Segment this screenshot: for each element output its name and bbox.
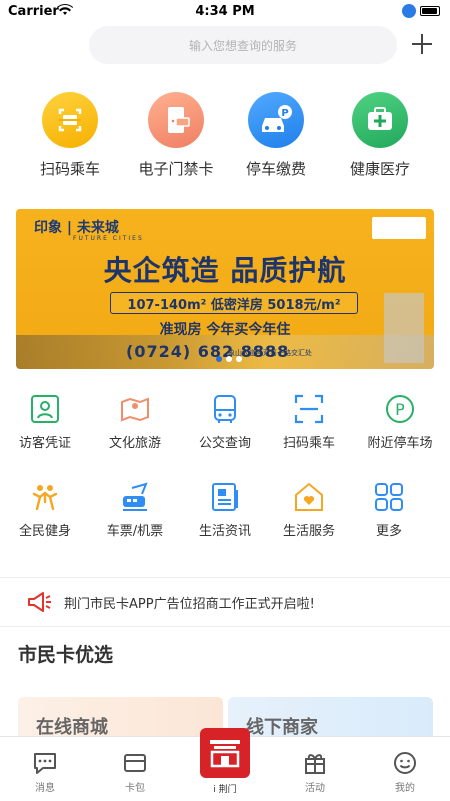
news-icon bbox=[212, 483, 238, 511]
grid-item-label: 生活服务 bbox=[282, 524, 335, 539]
grid-item-visitor[interactable]: 访客凭证 bbox=[0, 392, 90, 451]
service-label: 健康医疗 bbox=[349, 160, 410, 178]
grid-item-news[interactable]: 生活资讯 bbox=[180, 480, 270, 539]
grid-item-label: 访客凭证 bbox=[18, 436, 71, 451]
promo-banner[interactable]: 印象 | 未来城 FUTURE CITIES 央企筑造 品质护航 107-140… bbox=[16, 209, 434, 369]
developer-logo bbox=[372, 217, 426, 239]
grid-item-tickets[interactable]: 车票/机票 bbox=[90, 480, 180, 539]
svg-text:P: P bbox=[395, 400, 405, 419]
service-health[interactable]: 健康医疗 bbox=[330, 92, 430, 179]
pagination-dot[interactable] bbox=[236, 356, 242, 362]
scan-frame-icon bbox=[294, 394, 324, 424]
home-heart-icon bbox=[295, 482, 323, 511]
tab-jingmen-home[interactable] bbox=[200, 728, 250, 778]
gift-icon bbox=[305, 754, 325, 774]
wallet-icon bbox=[124, 754, 146, 772]
tab-activities[interactable]: 活动 bbox=[270, 737, 360, 801]
smile-profile-icon bbox=[394, 752, 416, 774]
grid-item-more[interactable]: 更多 bbox=[344, 480, 434, 539]
tab-profile[interactable]: 我的 bbox=[360, 737, 450, 801]
location-icon bbox=[402, 4, 416, 18]
pagination-dot[interactable] bbox=[226, 356, 232, 362]
grid-item-bus[interactable]: 公交查询 bbox=[180, 392, 270, 451]
grid-item-scan[interactable]: 扫码乘车 bbox=[264, 392, 354, 451]
banner-building bbox=[384, 293, 424, 363]
fitness-icon bbox=[32, 485, 58, 511]
service-scan-ride[interactable]: 扫码乘车 bbox=[20, 92, 120, 179]
megaphone-icon bbox=[28, 592, 51, 612]
banner-headline: 央企筑造 品质护航 bbox=[103, 254, 347, 287]
map-location-icon bbox=[121, 397, 149, 422]
battery-icon bbox=[420, 6, 440, 16]
add-plus-icon[interactable] bbox=[410, 32, 434, 56]
tab-wallet[interactable]: 卡包 bbox=[90, 737, 180, 801]
grid-more-icon bbox=[375, 483, 403, 511]
tab-messages[interactable]: 消息 bbox=[0, 737, 90, 801]
banner-pagination bbox=[216, 356, 242, 362]
search-input[interactable]: 输入您想查询的服务 bbox=[89, 26, 397, 64]
service-door-card[interactable]: 电子门禁卡 bbox=[126, 92, 226, 179]
grid-item-label: 公交查询 bbox=[198, 436, 251, 451]
visitor-pass-icon bbox=[31, 395, 59, 423]
door-card-icon bbox=[148, 92, 204, 148]
section-title: 市民卡优选 bbox=[18, 644, 114, 666]
grid-item-label: 文化旅游 bbox=[108, 436, 161, 451]
bus-icon bbox=[214, 395, 236, 423]
pagination-dot[interactable] bbox=[216, 356, 222, 362]
tab-label: 我的 bbox=[395, 783, 415, 794]
grid-item-fitness[interactable]: 全民健身 bbox=[0, 480, 90, 539]
message-icon bbox=[34, 753, 56, 774]
banner-price-line: 107-140m² 低密洋房 5018元/m² bbox=[110, 292, 358, 314]
top-services: 扫码乘车 电子门禁卡 P 停车缴费 健康医疗 bbox=[0, 92, 450, 192]
grid-item-label: 附近停车场 bbox=[367, 436, 433, 451]
grid-item-label: 更多 bbox=[375, 524, 402, 539]
jingmen-logo-icon bbox=[210, 740, 240, 768]
grid-item-life-service[interactable]: 生活服务 bbox=[264, 480, 354, 539]
announcement-bar[interactable]: 荆门市民卡APP广告位招商工作正式开启啦! bbox=[0, 577, 450, 627]
svg-text:P: P bbox=[281, 108, 288, 119]
qr-scan-icon bbox=[42, 92, 98, 148]
announcement-text: 荆门市民卡APP广告位招商工作正式开启啦! bbox=[64, 596, 315, 612]
tab-label: 消息 bbox=[35, 783, 55, 794]
tab-label: 卡包 bbox=[125, 783, 145, 794]
grid-item-nearby-parking[interactable]: P 附近停车场 bbox=[350, 392, 450, 451]
service-label: 停车缴费 bbox=[245, 160, 306, 178]
clock: 4:34 PM bbox=[195, 4, 255, 19]
tab-label: i 荆门 bbox=[213, 785, 237, 795]
medical-kit-icon bbox=[352, 92, 408, 148]
grid-item-tourism[interactable]: 文化旅游 bbox=[90, 392, 180, 451]
train-plane-icon bbox=[123, 482, 148, 511]
banner-brand: 印象 | 未来城 bbox=[34, 220, 119, 236]
service-label: 电子门禁卡 bbox=[138, 160, 214, 178]
service-parking-pay[interactable]: P 停车缴费 bbox=[226, 92, 326, 179]
status-bar: Carrier 4:34 PM bbox=[0, 0, 450, 24]
grid-item-label: 全民健身 bbox=[18, 524, 71, 539]
grid-item-label: 生活资讯 bbox=[198, 524, 251, 539]
service-label: 扫码乘车 bbox=[39, 160, 100, 178]
grid-item-label: 扫码乘车 bbox=[282, 436, 335, 451]
parking-car-icon: P bbox=[248, 92, 304, 148]
parking-p-icon: P bbox=[386, 395, 414, 423]
banner-brand-sub: FUTURE CITIES bbox=[73, 235, 144, 242]
grid-item-label: 车票/机票 bbox=[106, 524, 164, 539]
tab-label: 活动 bbox=[305, 783, 325, 794]
